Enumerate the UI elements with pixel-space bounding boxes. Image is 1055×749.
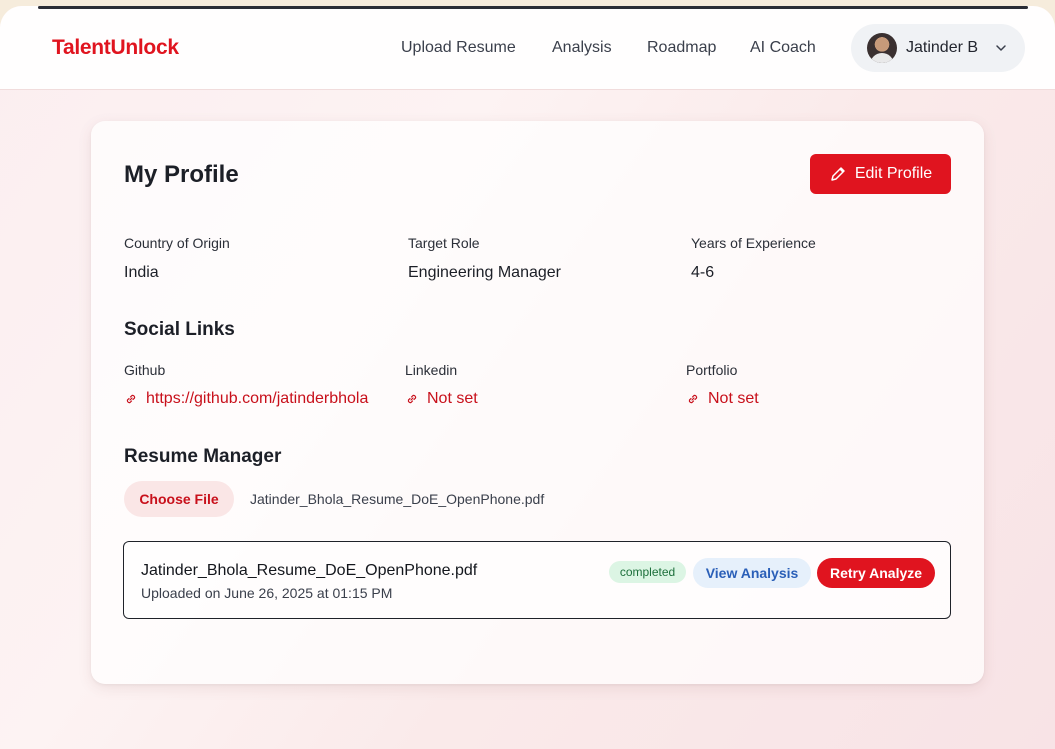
chosen-file-name: Jatinder_Bhola_Resume_DoE_OpenPhone.pdf — [250, 491, 545, 507]
github-label: Github — [124, 362, 166, 378]
page-title: My Profile — [124, 161, 239, 188]
country-label: Country of Origin — [124, 235, 230, 251]
country-value: India — [124, 264, 159, 281]
resume-list-item: Jatinder_Bhola_Resume_DoE_OpenPhone.pdf … — [123, 541, 951, 619]
link-icon — [126, 394, 136, 404]
github-value: https://github.com/jatinderbhola — [146, 390, 369, 407]
choose-file-button[interactable]: Choose File — [124, 481, 234, 517]
link-icon — [407, 394, 417, 404]
user-menu[interactable]: Jatinder B — [851, 24, 1025, 72]
linkedin-label: Linkedin — [405, 362, 458, 378]
social-links-title: Social Links — [124, 319, 235, 340]
linkedin-link[interactable]: Not set — [405, 390, 478, 408]
nav-analysis[interactable]: Analysis — [552, 39, 612, 57]
chevron-down-icon — [996, 45, 1006, 51]
github-link[interactable]: https://github.com/jatinderbhola — [124, 390, 368, 408]
link-icon — [688, 394, 698, 404]
window-top-edge — [38, 6, 1028, 9]
top-navbar: TalentUnlock Upload Resume Analysis Road… — [0, 6, 1055, 90]
brand-logo[interactable]: TalentUnlock — [52, 36, 179, 60]
nav-roadmap[interactable]: Roadmap — [647, 39, 716, 57]
user-avatar — [867, 33, 897, 63]
target-role-value: Engineering Manager — [408, 264, 561, 281]
linkedin-value: Not set — [427, 390, 478, 407]
pencil-icon — [831, 167, 845, 181]
experience-value: 4-6 — [691, 264, 715, 281]
portfolio-label: Portfolio — [686, 362, 738, 378]
resume-upload-date: Uploaded on June 26, 2025 at 01:15 PM — [141, 585, 393, 601]
profile-card: My Profile Edit Profile Country of Origi… — [91, 121, 984, 684]
resume-file-name: Jatinder_Bhola_Resume_DoE_OpenPhone.pdf — [141, 562, 478, 579]
experience-label: Years of Experience — [691, 235, 816, 251]
retry-analyze-button[interactable]: Retry Analyze — [817, 558, 935, 588]
view-analysis-button[interactable]: View Analysis — [693, 558, 811, 588]
portfolio-value: Not set — [708, 390, 759, 407]
target-role-label: Target Role — [408, 235, 480, 251]
nav-upload-resume[interactable]: Upload Resume — [401, 39, 516, 57]
nav-ai-coach[interactable]: AI Coach — [750, 39, 816, 57]
edit-profile-label: Edit Profile — [854, 165, 933, 182]
status-badge: completed — [609, 561, 686, 583]
user-name: Jatinder B — [906, 39, 979, 56]
portfolio-link[interactable]: Not set — [686, 390, 759, 408]
edit-profile-button[interactable]: Edit Profile — [810, 154, 951, 194]
resume-manager-title: Resume Manager — [124, 446, 282, 467]
app-window: TalentUnlock Upload Resume Analysis Road… — [0, 6, 1055, 749]
